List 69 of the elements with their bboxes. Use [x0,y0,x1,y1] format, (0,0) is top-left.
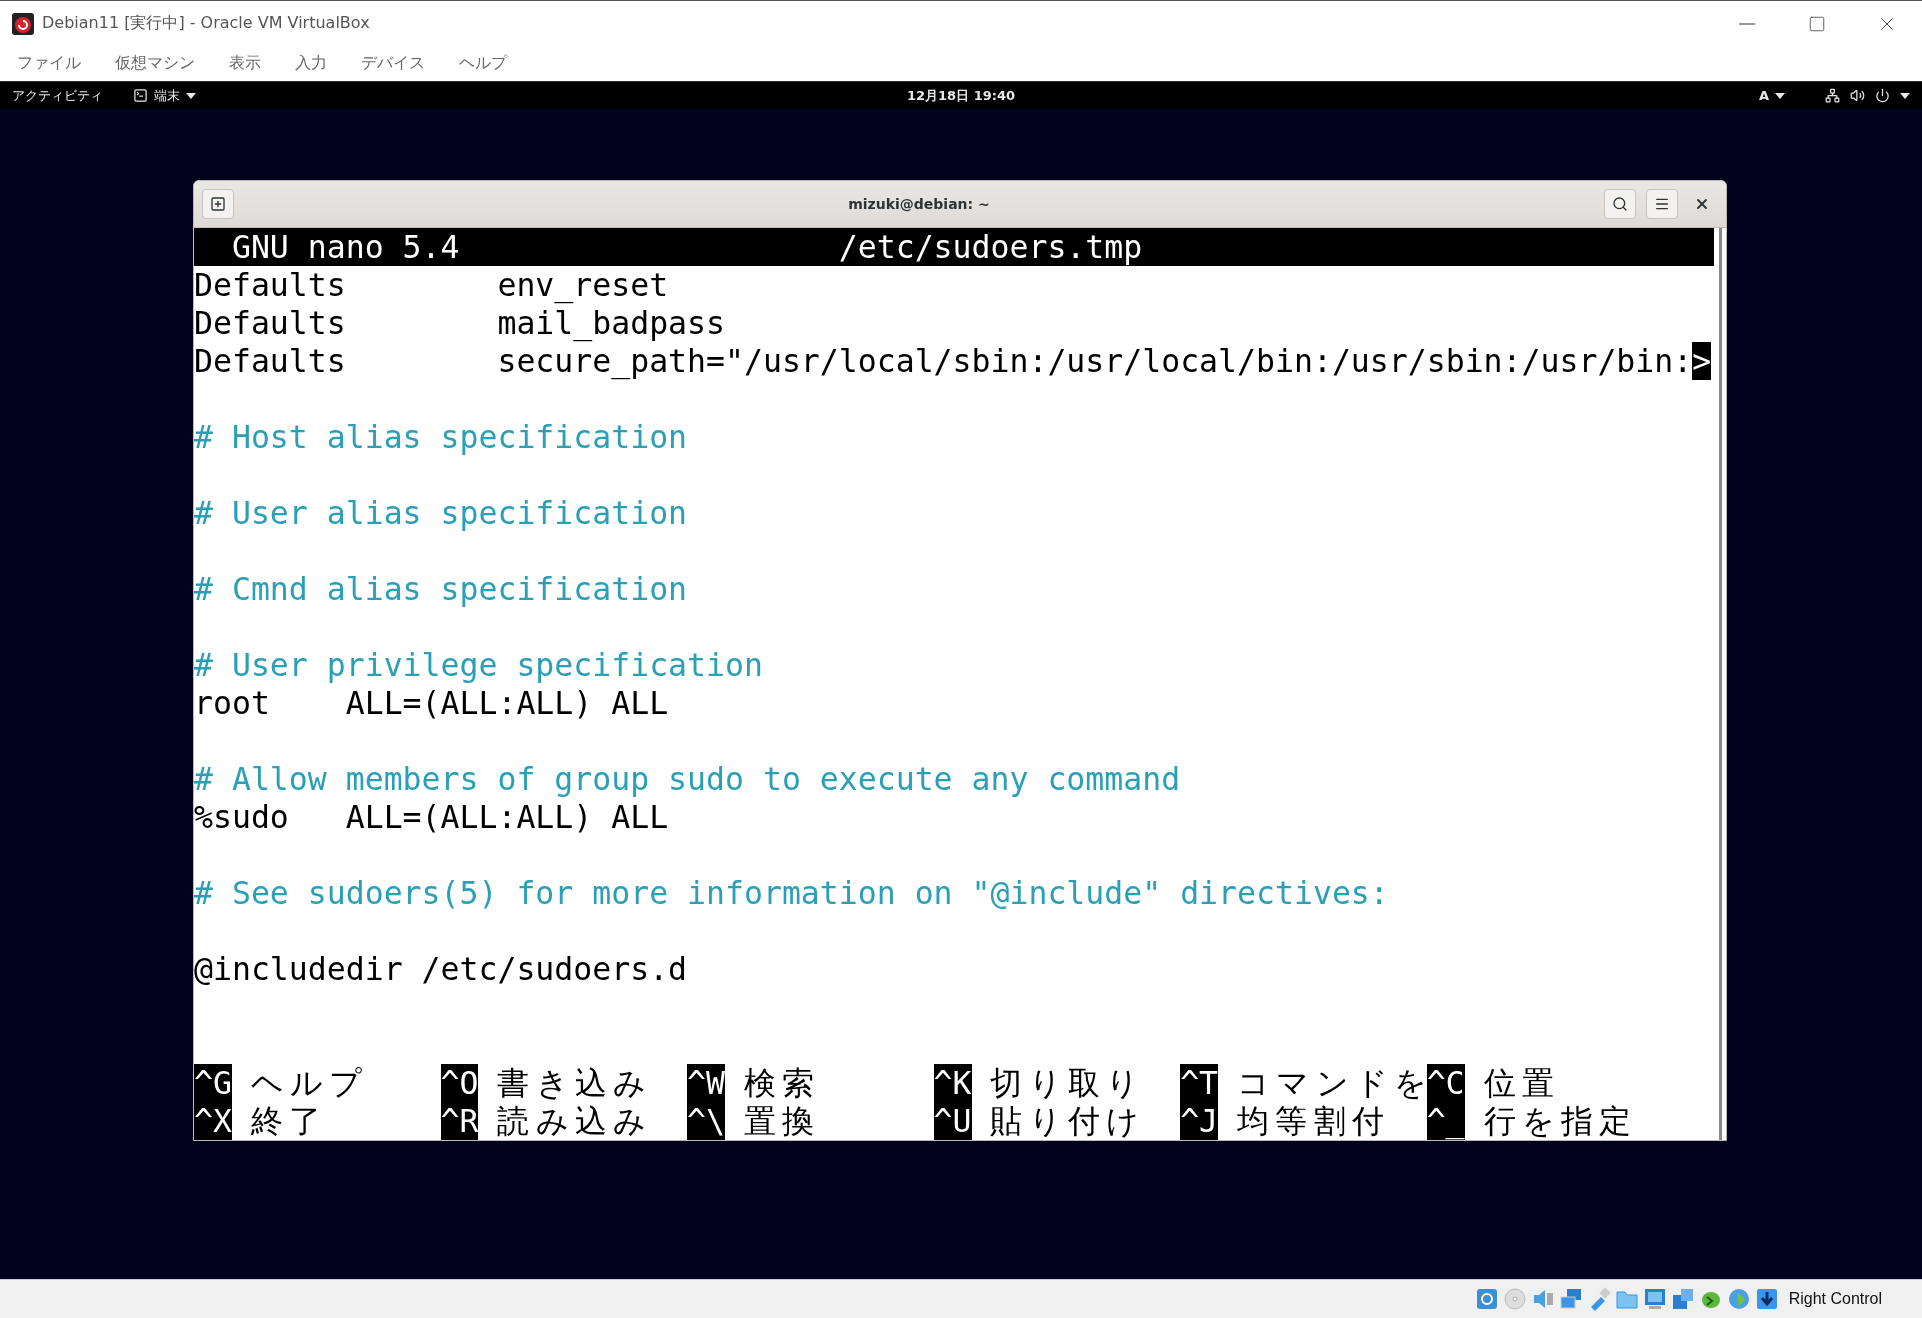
code-line: @includedir /etc/sudoers.d [194,950,688,988]
shortcut-label: 貼り付け [990,1102,1146,1140]
code-line: %sudo ALL=(ALL:ALL) ALL [194,798,669,836]
window-title: Debian11 [実行中] - Oracle VM VirtualBox [42,13,371,34]
menu-item[interactable]: 入力 [284,49,338,78]
display-icon[interactable] [1642,1287,1667,1311]
menu-icon [1654,196,1670,212]
shortcut-key: ^R [440,1102,479,1140]
shortcut-key: ^T [1180,1064,1219,1102]
shortcut-label: 均等割付 [1237,1102,1391,1140]
power-icon[interactable] [1875,88,1890,103]
caret-icon [186,92,196,99]
volume-icon[interactable] [1850,88,1865,103]
maximize-icon [1808,14,1826,33]
shortcut-label: ヘルプ [250,1064,369,1102]
code-line: Defaults secure_path="/usr/local/sbin:/usr/local/bin:/usr/sbin:/usr/bin: [194,342,1693,380]
new-tab-button[interactable] [202,189,234,219]
shortcut-key: ^_ [1426,1102,1465,1140]
menu-item[interactable]: ヘルプ [448,49,518,78]
menu-item[interactable]: 仮想マシン [104,49,206,78]
shortcut-key: ^O [440,1064,479,1102]
shortcut-label: 切り取り [990,1064,1146,1102]
shortcut-key: ^U [933,1102,972,1140]
search-icon [1612,196,1628,212]
shortcut-label: 置換 [743,1102,821,1140]
nano-version: GNU nano 5.4 [230,228,461,266]
shortcut-label: 終了 [250,1102,328,1140]
comment-line: # See sudoers(5) for more information on "@include" directives: [194,874,1389,912]
terminal-title: mizuki@debian: ~ [847,196,991,212]
scrollbar[interactable] [1718,228,1722,1140]
shortcut-label: 書き込み [497,1064,653,1102]
comment-line: # User privilege specification [194,646,763,684]
code-line: Defaults mail_badpass [194,304,725,342]
shortcut-label: 位置 [1483,1064,1561,1102]
comment-line: # Cmnd alias specification [194,570,688,608]
app-menu-button[interactable]: 端末 [133,86,196,105]
menu-button[interactable] [1646,189,1678,219]
shortcut-label: 検索 [743,1064,821,1102]
caret-icon[interactable] [1900,92,1910,99]
menu-item[interactable]: ファイル [6,49,92,78]
menu-item[interactable]: デバイス [350,49,436,78]
comment-line: # Host alias specification [194,418,688,456]
clock[interactable]: 12月18日 19:40 [906,86,1016,105]
code-line: Defaults env_reset [194,266,669,304]
minimize-icon [1739,22,1755,25]
code-line: root ALL=(ALL:ALL) ALL [194,684,669,722]
comment-line: # User alias specification [194,494,688,532]
plus-icon [210,196,226,212]
overflow-mark: > [1692,342,1712,380]
search-button[interactable] [1604,189,1636,219]
caret-icon [1775,92,1785,99]
menu-item[interactable]: 表示 [218,49,272,78]
download-icon[interactable] [1754,1287,1779,1311]
close-icon [1694,196,1710,212]
shortcut-label: 行を指定 [1483,1102,1638,1140]
nano-filename: /etc/sudoers.tmp [838,228,1143,266]
shortcut-key: ^G [194,1064,232,1102]
shortcut-key: ^W [687,1064,725,1102]
activities-button[interactable]: アクティビティ [12,86,103,105]
comment-line: # Allow members of group sudo to execute any command [194,760,1181,798]
shortcut-key: ^K [933,1064,972,1102]
shortcut-key: ^X [194,1102,232,1140]
input-method-button[interactable]: A [1758,88,1785,103]
terminal-icon [133,88,148,103]
shortcut-key: ^\ [687,1102,725,1140]
shortcut-key: ^J [1180,1102,1219,1140]
host-key-label: Right Control [1788,1290,1882,1308]
shortcut-label: 読み込み [497,1102,653,1140]
app-logo-icon [12,12,34,35]
